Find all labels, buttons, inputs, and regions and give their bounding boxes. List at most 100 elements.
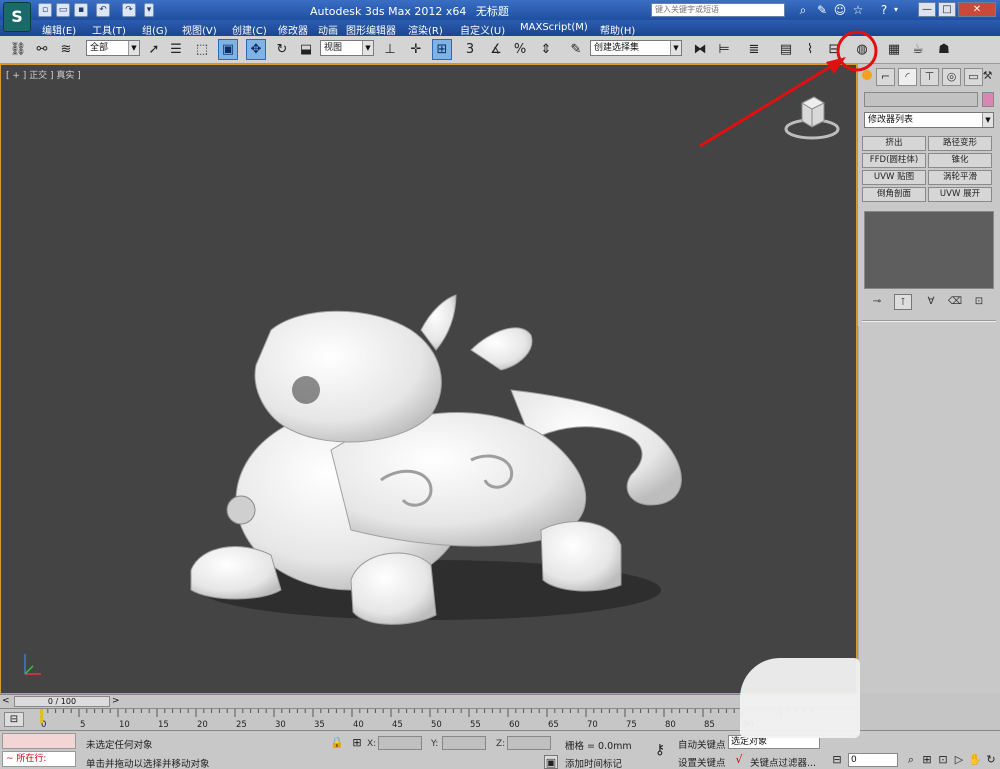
maxscript-listener-field[interactable] [2, 733, 76, 749]
set-key-button[interactable]: 设置关键点 [678, 755, 726, 769]
snaps-toggle-icon[interactable]: 3 [460, 39, 480, 60]
pivot-center-icon[interactable]: ⊥ [380, 39, 400, 60]
quick-access-dropdown-icon[interactable]: ▾ [144, 3, 154, 17]
field-of-view-icon[interactable]: ▷ [952, 753, 966, 767]
modifier-ffd-cyl-button[interactable]: FFD(圆柱体) [862, 153, 926, 168]
layer-manager-icon[interactable]: ≣ [744, 39, 764, 60]
menu-maxscript[interactable]: MAXScript(M) [520, 22, 588, 33]
auto-key-button[interactable]: 自动关键点 [678, 737, 726, 751]
z-coordinate-input[interactable] [507, 736, 551, 750]
angle-snap-icon[interactable]: ∡ [486, 39, 506, 60]
modify-tab-icon[interactable]: ◜ [898, 68, 917, 86]
absolute-mode-icon[interactable]: ⊞ [350, 736, 364, 750]
configure-modifier-sets-icon[interactable]: ⊡ [970, 294, 988, 310]
rectangular-selection-icon[interactable]: ⬚ [192, 39, 212, 60]
close-button[interactable]: ✕ [958, 2, 996, 17]
selection-filter-dropdown[interactable]: 全部 ▼ [86, 40, 140, 56]
mini-curve-editor-icon[interactable]: ⊟ [4, 712, 24, 727]
perspective-viewport[interactable]: [ + ] 正交 ] 真实 ] [0, 64, 857, 694]
redo-icon[interactable]: ↷ [122, 3, 136, 17]
maxscript-listener-prompt[interactable]: ~ 所在行: [2, 751, 76, 767]
keyboard-shortcut-override-icon[interactable]: ⊞ [432, 39, 452, 60]
curve-editor-icon[interactable]: ⌇ [800, 39, 820, 60]
reference-coordinate-dropdown[interactable]: 视图 ▼ [320, 40, 374, 56]
render-production-icon[interactable]: ☗ [934, 39, 954, 60]
menu-views[interactable]: 视图(V) [182, 22, 217, 37]
current-frame-input[interactable]: 0 [848, 753, 898, 767]
modifier-uvw-map-button[interactable]: UVW 贴图 [862, 170, 926, 185]
menu-group[interactable]: 组(G) [142, 22, 168, 37]
favorites-icon[interactable]: ☆ [850, 2, 866, 18]
select-by-name-icon[interactable]: ☰ [166, 39, 186, 60]
menu-graph-editors[interactable]: 图形编辑器 [346, 22, 396, 37]
next-frame-icon[interactable]: > [112, 696, 120, 706]
motion-tab-icon[interactable]: ◎ [942, 68, 961, 86]
menu-help[interactable]: 帮助(H) [600, 22, 635, 37]
pixiu-sculpture-model[interactable] [181, 290, 711, 640]
modifier-list-dropdown[interactable]: 修改器列表 ▼ [864, 112, 994, 128]
time-tag-icon[interactable]: ▣ [544, 755, 558, 769]
current-frame-marker[interactable] [40, 709, 43, 723]
user-icon[interactable]: ☺ [832, 2, 848, 18]
rendered-frame-window-icon[interactable]: ☕ [908, 39, 928, 60]
prev-frame-icon[interactable]: < [2, 696, 10, 706]
track-bar[interactable]: ⊟ 051015202530354045505560657075808590 [0, 708, 860, 730]
menu-tools[interactable]: 工具(T) [92, 22, 126, 37]
modifier-stack-list[interactable] [864, 211, 994, 289]
zoom-icon[interactable]: ⌕ [904, 753, 918, 767]
make-unique-icon[interactable]: ∀ [922, 294, 940, 310]
schematic-view-icon[interactable]: ⊟ [824, 39, 844, 60]
graphite-tools-icon[interactable]: ▤ [776, 39, 796, 60]
tools-icon[interactable]: ✎ [814, 2, 830, 18]
select-and-manipulate-icon[interactable]: ✛ [406, 39, 426, 60]
search-input[interactable]: 键入关键字或短语 [651, 3, 785, 17]
key-filters-button[interactable]: 关键点过滤器... [750, 755, 816, 769]
minimize-button[interactable]: — [918, 2, 936, 17]
percent-snap-icon[interactable]: % [510, 39, 530, 60]
zoom-all-icon[interactable]: ⊞ [920, 753, 934, 767]
hierarchy-tab-icon[interactable]: ⊤ [920, 68, 939, 86]
create-tab-icon[interactable]: ⌐ [876, 68, 895, 86]
help-dropdown-icon[interactable]: ▾ [892, 2, 900, 18]
unlink-selection-icon[interactable]: ⚯ [32, 39, 52, 60]
utilities-tab-icon[interactable]: ⚒ [978, 68, 997, 86]
modifier-path-deform-button[interactable]: 路径变形 [928, 136, 992, 151]
modifier-turbosmooth-button[interactable]: 涡轮平滑 [928, 170, 992, 185]
time-config-icon[interactable]: ⊟ [830, 753, 844, 767]
open-file-icon[interactable]: ▭ [56, 3, 70, 17]
help-icon[interactable]: ? [876, 2, 892, 18]
modifier-taper-button[interactable]: 锥化 [928, 153, 992, 168]
orbit-icon[interactable]: ↻ [984, 753, 998, 767]
mirror-icon[interactable]: ⧓ [690, 39, 710, 60]
save-file-icon[interactable]: ▪ [74, 3, 88, 17]
menu-modifiers[interactable]: 修改器 [278, 22, 308, 37]
viewport-label[interactable]: [ + ] 正交 ] 真实 ] [6, 68, 81, 81]
material-editor-icon[interactable]: ◍ [852, 39, 872, 60]
add-time-tag-button[interactable]: 添加时间标记 [565, 756, 622, 769]
named-selection-dropdown[interactable]: 创建选择集 ▼ [590, 40, 682, 56]
viewcube[interactable] [784, 93, 840, 141]
y-coordinate-input[interactable] [442, 736, 486, 750]
pan-view-icon[interactable]: ✋ [968, 753, 982, 767]
menu-edit[interactable]: 编辑(E) [42, 22, 76, 37]
menu-rendering[interactable]: 渲染(R) [408, 22, 443, 37]
remove-modifier-icon[interactable]: ⌫ [946, 294, 964, 310]
select-and-rotate-icon[interactable]: ↻ [272, 39, 292, 60]
object-name-input[interactable] [864, 92, 978, 107]
selection-lock-icon[interactable]: 🔒 [330, 736, 344, 750]
object-color-swatch[interactable] [982, 92, 994, 107]
zoom-extents-icon[interactable]: ⊡ [936, 753, 950, 767]
menu-animation[interactable]: 动画 [318, 22, 338, 37]
menu-customize[interactable]: 自定义(U) [460, 22, 505, 37]
menu-create[interactable]: 创建(C) [232, 22, 267, 37]
trackbar-ruler[interactable]: 051015202530354045505560657075808590 [40, 709, 820, 731]
modifier-extrude-button[interactable]: 挤出 [862, 136, 926, 151]
time-slider[interactable]: < 0 / 100 > [0, 694, 857, 708]
binoculars-icon[interactable]: ⌕ [795, 2, 811, 18]
set-key-key-icon[interactable]: ⚷ [650, 743, 670, 757]
new-file-icon[interactable]: ▫ [38, 3, 52, 17]
x-coordinate-input[interactable] [378, 736, 422, 750]
spinner-snap-icon[interactable]: ⇕ [536, 39, 556, 60]
app-logo-icon[interactable]: S [3, 2, 31, 32]
select-and-link-icon[interactable]: ⛓ [8, 39, 28, 60]
